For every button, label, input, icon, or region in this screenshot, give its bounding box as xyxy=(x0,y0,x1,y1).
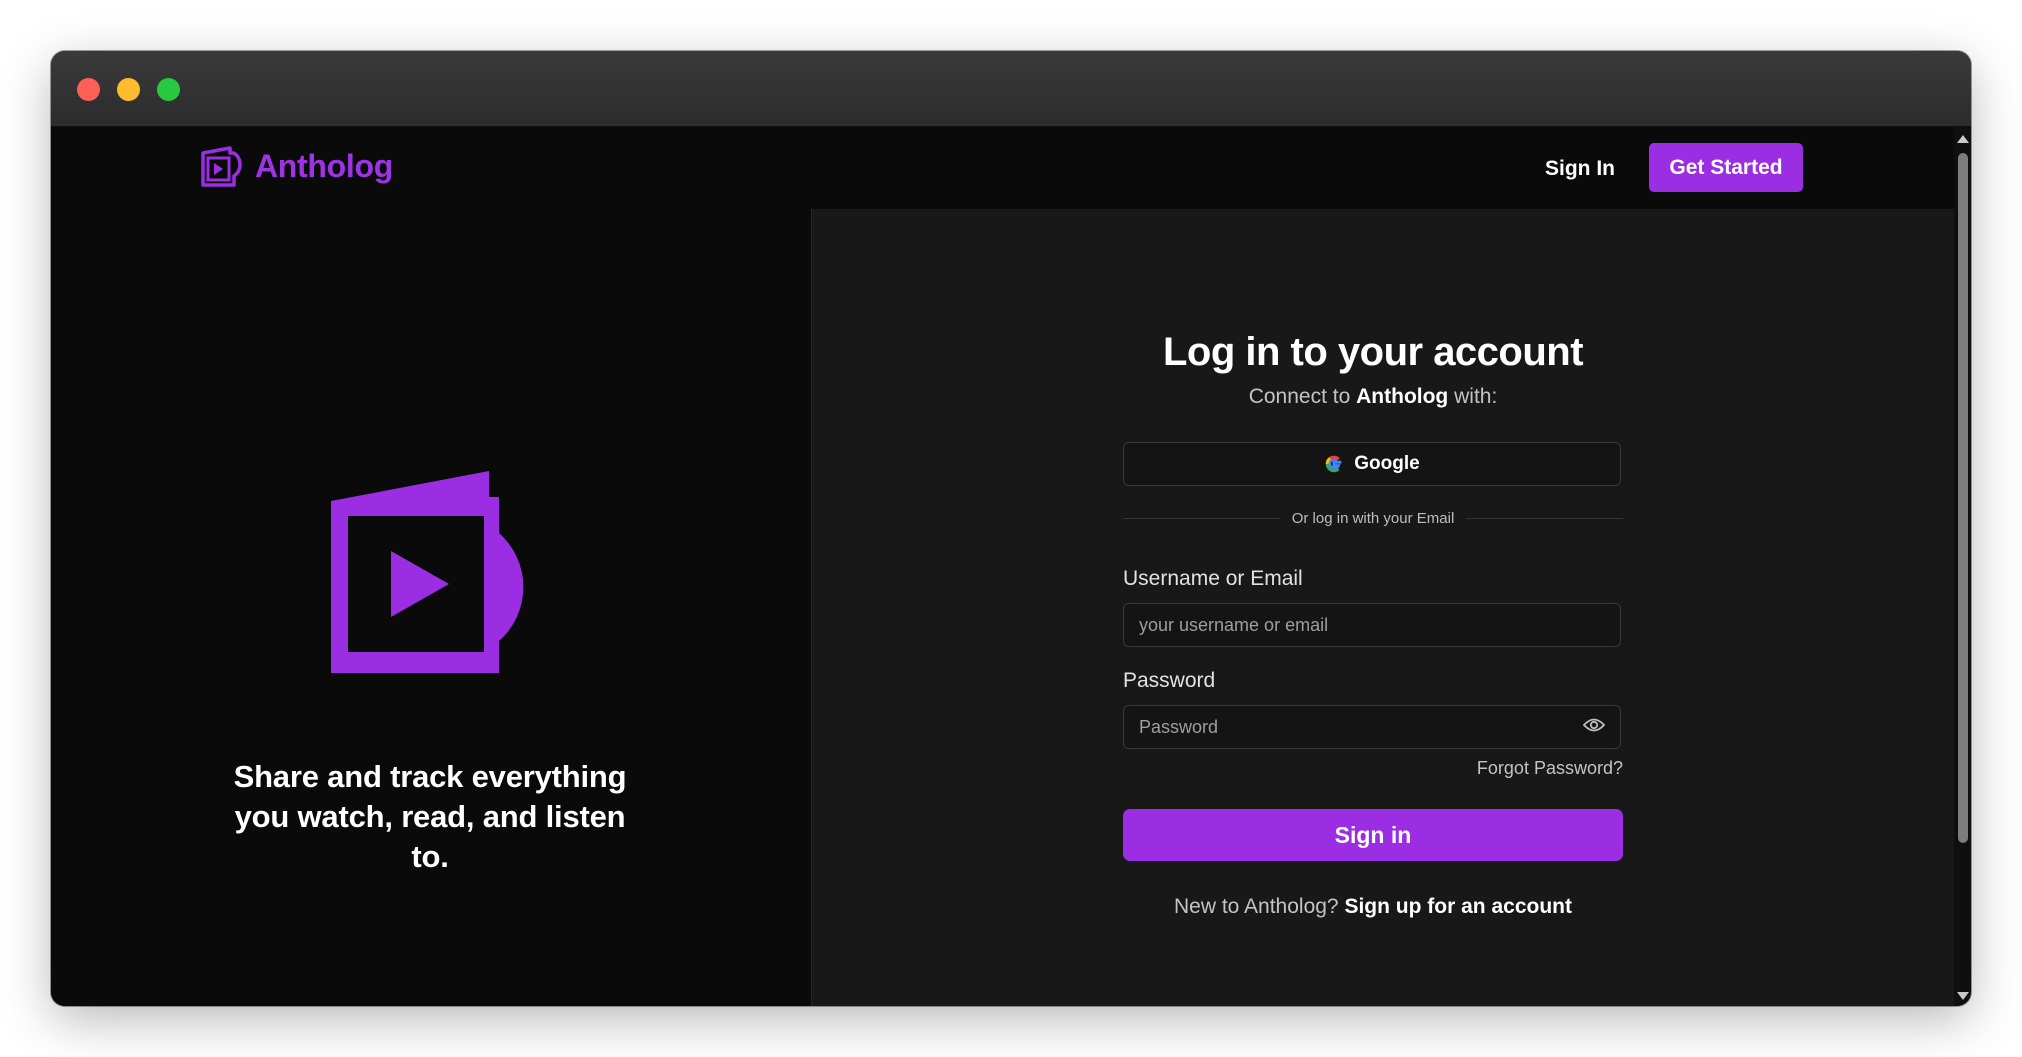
browser-window: Antholog Sign In Get Started Share and t… xyxy=(51,51,1971,1006)
scroll-down-arrow-icon[interactable] xyxy=(1957,992,1969,1000)
password-label: Password xyxy=(1123,669,1216,692)
page-viewport: Antholog Sign In Get Started Share and t… xyxy=(51,127,1954,1006)
window-titlebar xyxy=(51,51,1971,127)
nav-sign-in-link[interactable]: Sign In xyxy=(1545,157,1615,181)
email-divider: Or log in with your Email xyxy=(1123,509,1623,527)
signup-link[interactable]: Sign up for an account xyxy=(1344,895,1572,918)
google-login-button[interactable]: Google xyxy=(1123,442,1621,486)
scroll-up-arrow-icon[interactable] xyxy=(1957,135,1969,143)
brand-logo[interactable]: Antholog xyxy=(201,146,393,187)
get-started-button[interactable]: Get Started xyxy=(1649,143,1803,192)
antholog-logo-icon xyxy=(201,146,242,187)
top-navbar: Antholog Sign In Get Started xyxy=(51,127,1954,209)
username-label: Username or Email xyxy=(1123,567,1303,590)
minimize-window-button[interactable] xyxy=(117,78,140,101)
password-input[interactable] xyxy=(1123,705,1621,749)
maximize-window-button[interactable] xyxy=(157,78,180,101)
login-subtitle: Connect to Antholog with: xyxy=(1123,385,1623,409)
google-button-label: Google xyxy=(1354,453,1420,474)
signup-prompt-row: New to Antholog? Sign up for an account xyxy=(1123,895,1623,919)
google-g-icon xyxy=(1325,455,1342,473)
forgot-password-link[interactable]: Forgot Password? xyxy=(1477,758,1623,779)
login-title: Log in to your account xyxy=(1162,330,1584,374)
scrollbar-thumb[interactable] xyxy=(1958,153,1968,843)
brand-name: Antholog xyxy=(255,148,393,184)
signup-prompt-text: New to Antholog? xyxy=(1174,895,1339,918)
subtitle-brand: Antholog xyxy=(1356,385,1449,408)
sign-in-button[interactable]: Sign in xyxy=(1123,809,1623,861)
login-panel: Log in to your account Connect to Anthol… xyxy=(811,209,1954,1006)
close-window-button[interactable] xyxy=(77,78,100,101)
divider-line-left xyxy=(1123,517,1280,519)
eye-icon[interactable] xyxy=(1583,717,1605,733)
subtitle-suffix: with: xyxy=(1454,385,1498,408)
subtitle-prefix: Connect to xyxy=(1248,385,1351,408)
hero-tagline: Share and track everything you watch, re… xyxy=(233,759,627,874)
hero-panel: Share and track everything you watch, re… xyxy=(51,209,810,1006)
username-input[interactable] xyxy=(1123,603,1621,647)
antholog-hero-logo-icon xyxy=(331,471,524,673)
divider-text: Or log in with your Email xyxy=(1291,509,1455,527)
divider-line-right xyxy=(1466,517,1623,519)
vertical-scrollbar[interactable] xyxy=(1954,127,1971,1006)
